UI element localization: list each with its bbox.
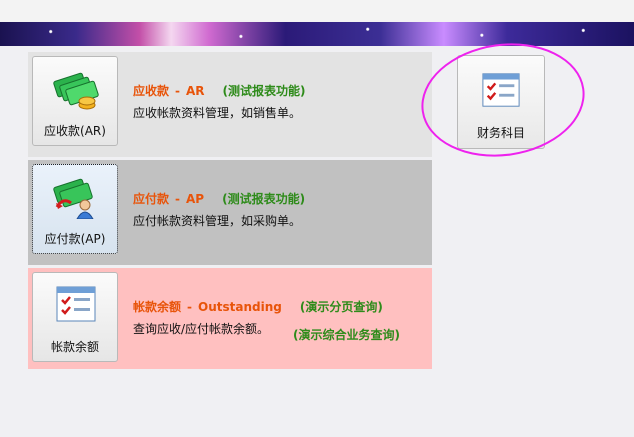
outstanding-title: 帐款余额 - Outstanding (演示分页查询) bbox=[133, 298, 383, 315]
outstanding-description: 查询应收/应付帐款余额。 bbox=[133, 322, 270, 336]
outstanding-title-main: 帐款余额 bbox=[133, 300, 182, 314]
outstanding-title-dash: - bbox=[187, 300, 192, 314]
ar-description: 应收帐款资料管理，如销售单。 bbox=[133, 106, 302, 120]
checklist-icon bbox=[56, 286, 96, 322]
accounts-subject-label: 财务科目 bbox=[476, 126, 525, 140]
outstanding-title-en: Outstanding bbox=[198, 300, 282, 314]
window-top-bar bbox=[0, 0, 634, 23]
module-panel-ap: 应付款(AP) 应付款 - AP (测试报表功能) 应付帐款资料管理，如采购单。 bbox=[28, 160, 432, 265]
ap-description: 应付帐款资料管理，如采购单。 bbox=[133, 214, 302, 228]
ap-title-main: 应付款 bbox=[133, 192, 170, 206]
module-panel-outstanding: 帐款余额 帐款余额 - Outstanding (演示分页查询) 查询应收/应付帐款余… bbox=[28, 268, 432, 369]
banner-stars bbox=[0, 22, 634, 46]
ap-button-label: 应付款(AP) bbox=[44, 232, 106, 246]
ar-title-dash: - bbox=[175, 84, 180, 98]
outstanding-tag2: (演示综合业务查询) bbox=[293, 328, 400, 342]
ar-button-label: 应收款(AR) bbox=[44, 124, 106, 138]
outstanding-button[interactable]: 帐款余额 bbox=[32, 272, 118, 362]
ar-title-en: AR bbox=[186, 84, 205, 98]
ap-title-dash: - bbox=[175, 192, 180, 206]
ap-tag: (测试报表功能) bbox=[222, 192, 306, 206]
outstanding-button-label: 帐款余额 bbox=[50, 340, 99, 354]
outstanding-tag: (演示分页查询) bbox=[299, 300, 383, 314]
ar-button[interactable]: 应收款(AR) bbox=[32, 56, 118, 146]
ar-title-main: 应收款 bbox=[133, 84, 170, 98]
ar-tag: (测试报表功能) bbox=[222, 84, 306, 98]
ap-title: 应付款 - AP (测试报表功能) bbox=[133, 190, 305, 207]
accounts-subject-button[interactable]: 财务科目 bbox=[457, 55, 545, 149]
checklist-icon bbox=[482, 73, 520, 107]
ap-button[interactable]: 应付款(AP) bbox=[32, 164, 118, 254]
money-user-icon bbox=[53, 178, 94, 219]
ap-title-en: AP bbox=[186, 192, 205, 206]
module-panel-ar: 应收款(AR) 应收款 - AR (测试报表功能) 应收帐款资料管理，如销售单。 bbox=[28, 52, 432, 157]
money-icon bbox=[53, 72, 99, 110]
ar-title: 应收款 - AR (测试报表功能) bbox=[133, 82, 306, 99]
header-banner bbox=[0, 22, 634, 46]
